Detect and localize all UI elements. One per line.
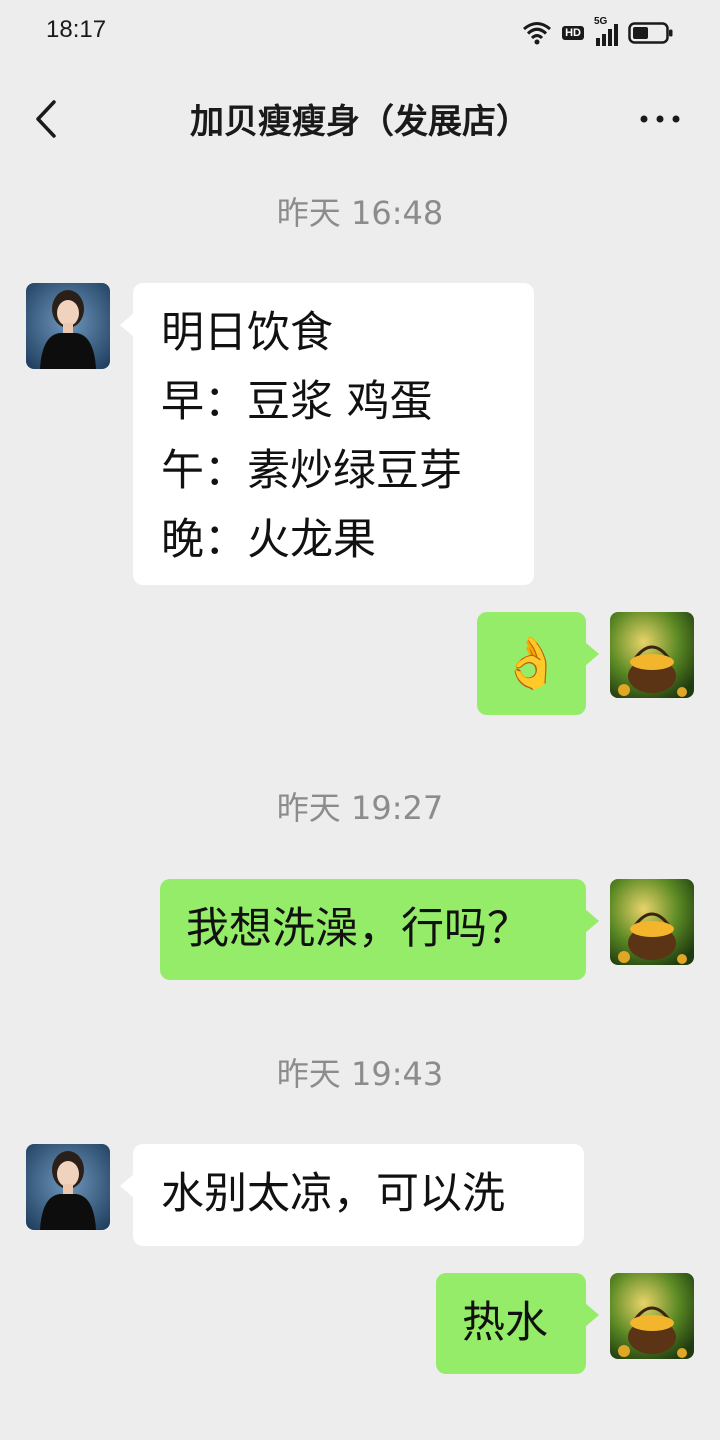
- battery-icon: [628, 22, 673, 44]
- message-timestamp: 昨天 19:27: [276, 789, 444, 827]
- wifi-icon: [523, 22, 552, 45]
- message-bubble-outgoing[interactable]: 我想洗澡，行吗？: [160, 879, 599, 980]
- chat-title: 加贝瘦瘦身（发展店）: [190, 102, 530, 142]
- hd-icon: HD: [562, 26, 584, 40]
- self-avatar[interactable]: [610, 879, 694, 965]
- message-bubble-outgoing[interactable]: 热水: [436, 1273, 599, 1374]
- contact-avatar[interactable]: [26, 283, 110, 369]
- status-icons: HD 5G: [522, 16, 674, 50]
- message-bubble-incoming[interactable]: 明日饮食 早：豆浆 鸡蛋 午：素炒绿豆芽 晚：火龙果: [120, 283, 534, 585]
- message-bubble-incoming[interactable]: 水别太凉，可以洗: [120, 1144, 584, 1246]
- chevron-left-icon[interactable]: [30, 98, 62, 140]
- message-line: 晚：火龙果: [161, 515, 376, 565]
- status-time: 18:17: [46, 16, 107, 43]
- message-timestamp: 昨天 16:48: [276, 194, 444, 232]
- chat-header: 加贝瘦瘦身（发展店）: [0, 66, 720, 172]
- message-line: 午：素炒绿豆芽: [161, 446, 462, 496]
- more-dots-icon[interactable]: [636, 104, 684, 134]
- self-avatar[interactable]: [610, 612, 694, 698]
- contact-avatar[interactable]: [26, 1144, 110, 1230]
- status-bar: 18:17 HD 5G: [0, 0, 720, 66]
- message-line: 明日饮食: [161, 308, 333, 358]
- network-type-label: 5G: [594, 16, 608, 27]
- self-avatar[interactable]: [610, 1273, 694, 1359]
- message-line: 水别太凉，可以洗: [161, 1169, 505, 1219]
- signal-icon: 5G: [594, 16, 618, 46]
- message-line: 热水: [462, 1298, 548, 1348]
- message-timestamp: 昨天 19:43: [276, 1055, 444, 1093]
- ok-hand-emoji: 👌: [500, 634, 563, 692]
- message-line: 早：豆浆 鸡蛋: [161, 377, 433, 427]
- message-bubble-outgoing[interactable]: 👌: [477, 612, 599, 715]
- message-line: 我想洗澡，行吗？: [186, 904, 530, 954]
